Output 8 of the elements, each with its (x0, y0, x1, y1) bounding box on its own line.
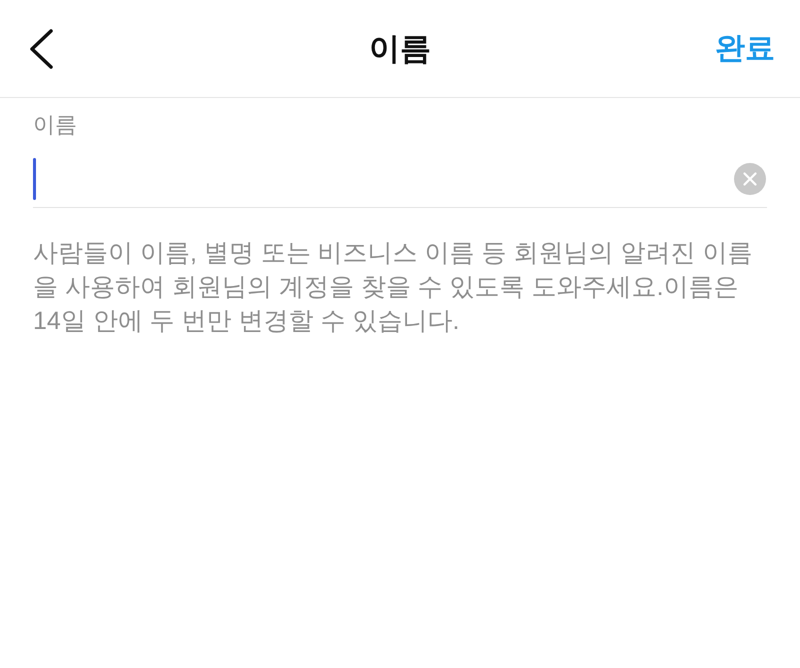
field-label: 이름 (33, 112, 77, 137)
page-title: 이름 (369, 33, 431, 64)
text-caret (33, 158, 36, 200)
clear-icon (734, 162, 766, 194)
back-icon (28, 28, 54, 68)
done-button[interactable]: 완료 (715, 34, 776, 64)
clear-button[interactable] (734, 162, 766, 194)
help-text: 사람들이 이름, 별명 또는 비즈니스 이름 등 회원님의 알려진 이름을 사용하여 회원님의 계정을 찾을 수 있도록 도와주세요.이름은 14일 안에 두 번만 변경할 수 있습니다. (33, 238, 754, 337)
